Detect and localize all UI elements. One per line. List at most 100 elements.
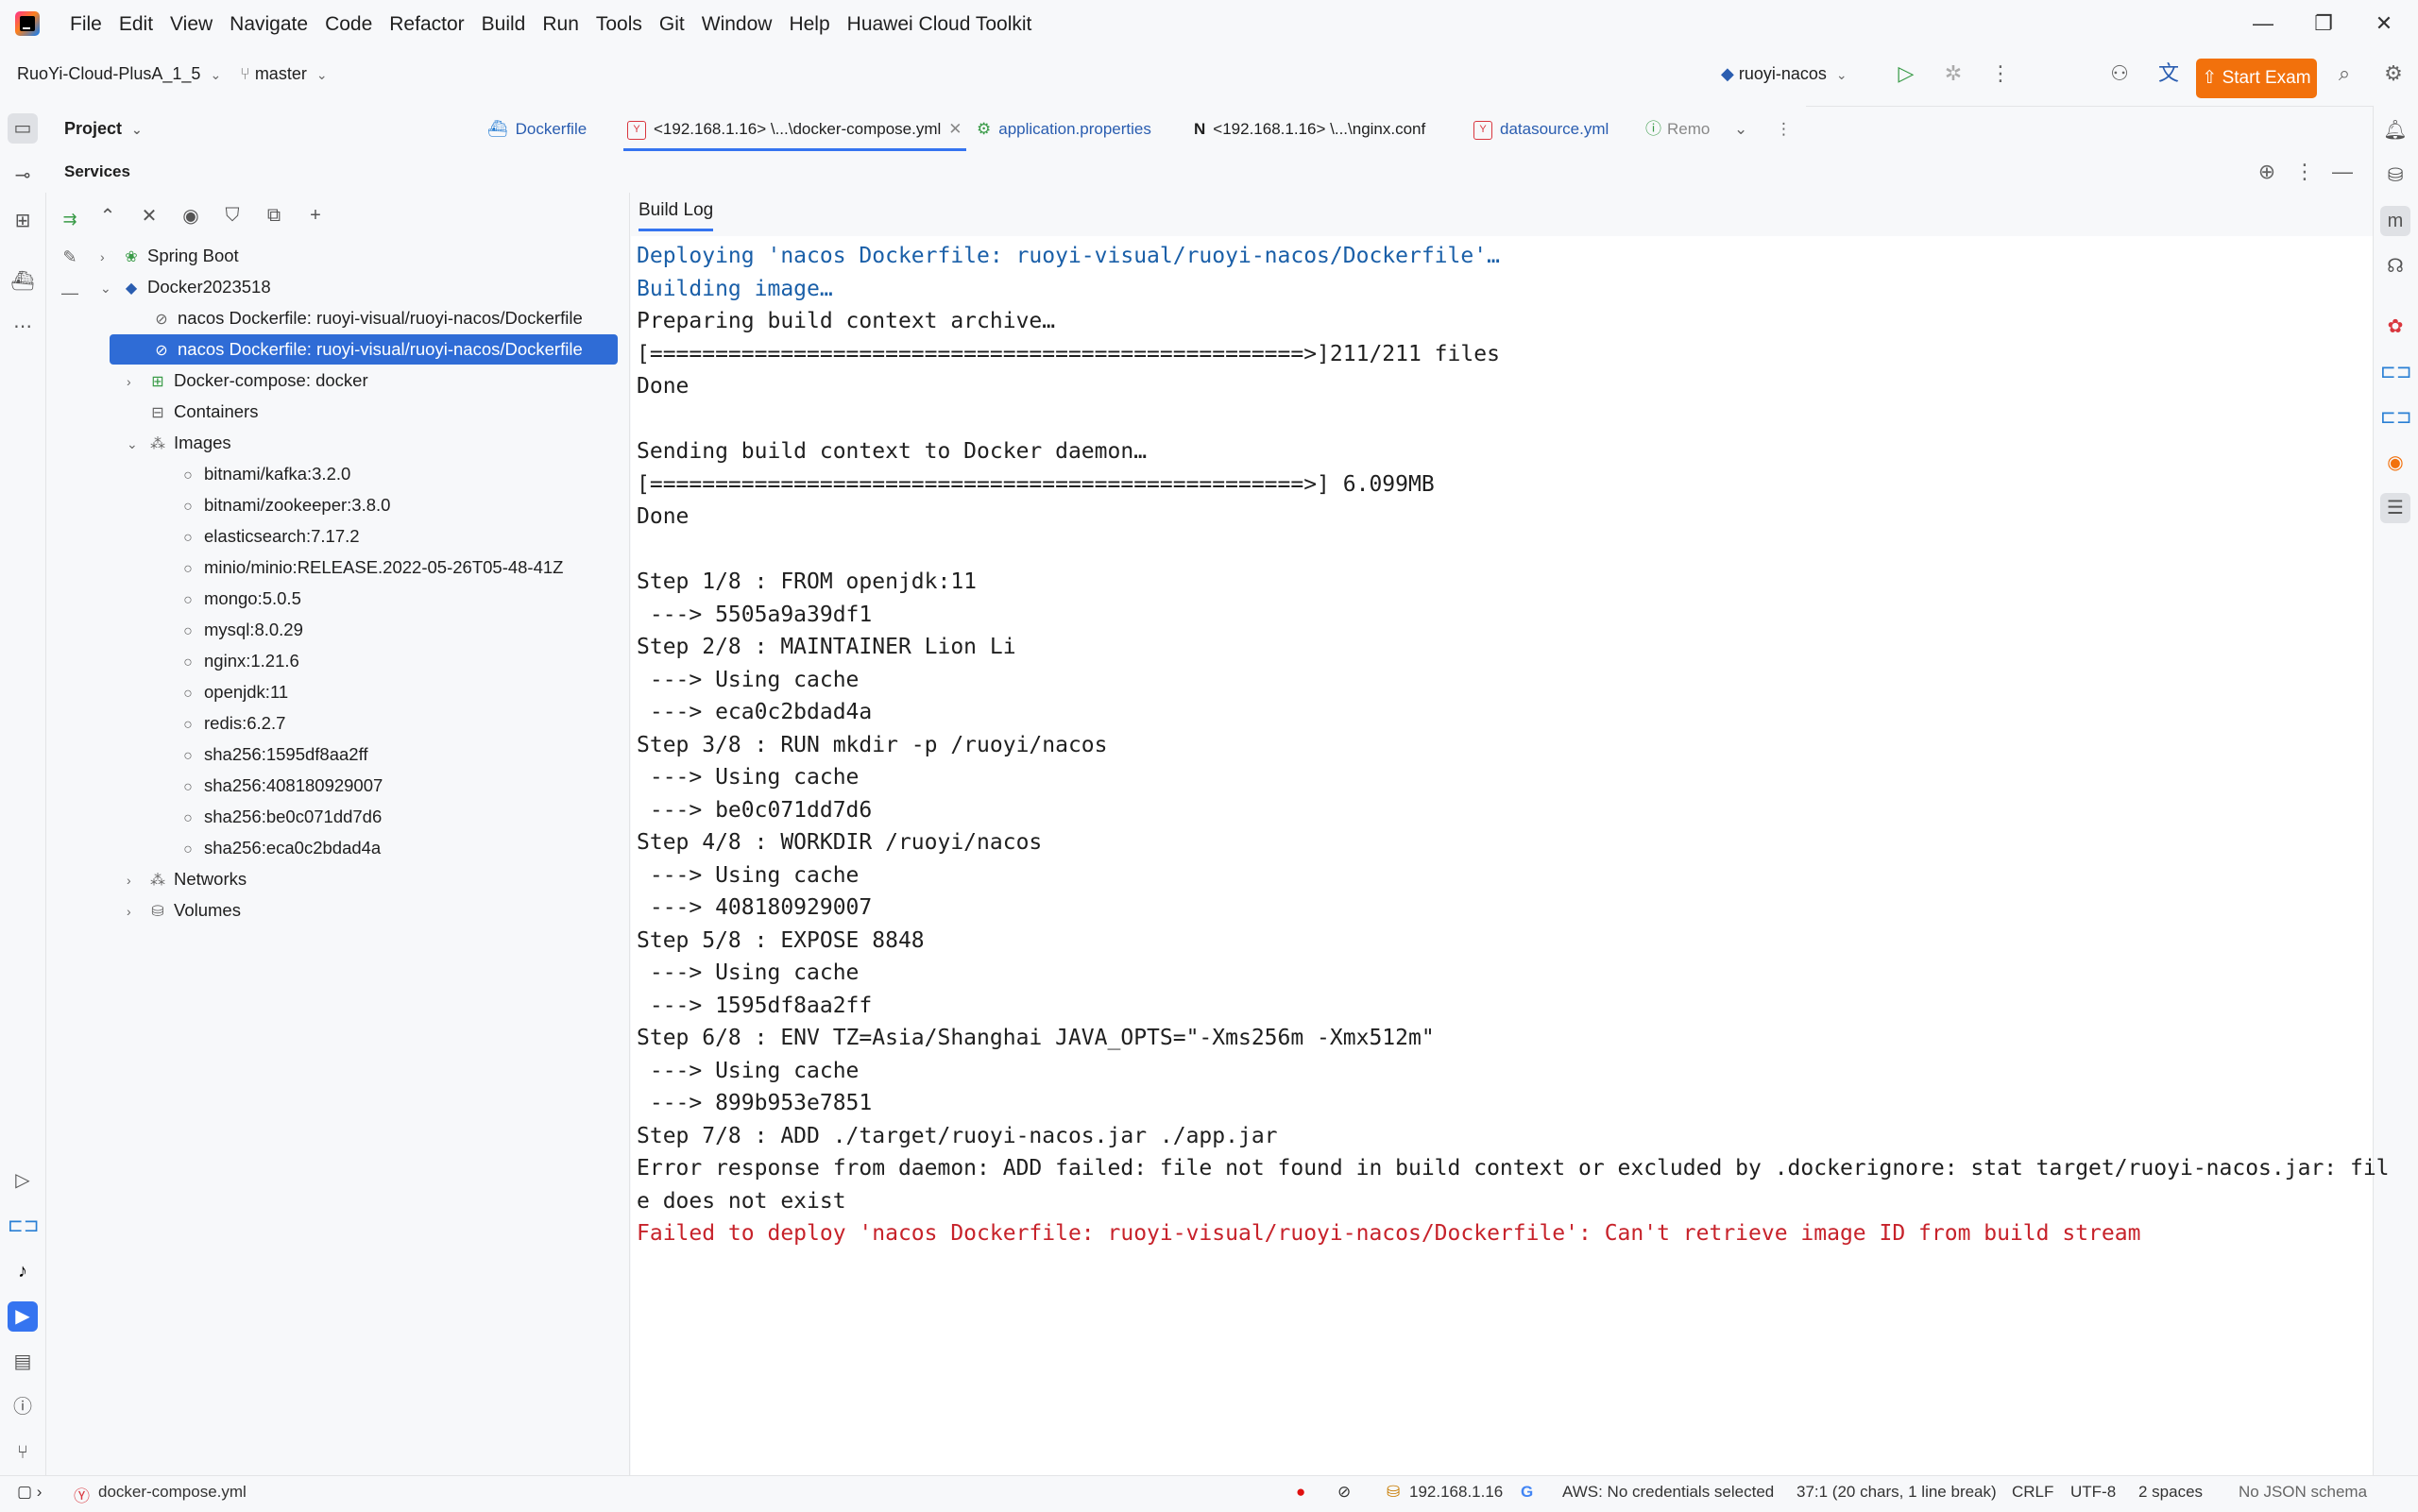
tab-remote[interactable]: ⓘ Remo [1645,106,1710,151]
tree-node-image[interactable]: ○ sha256:1595df8aa2ff [178,739,367,770]
expand-all-icon[interactable]: ⌃ [94,204,121,228]
tree-node-image[interactable]: ○ bitnami/kafka:3.2.0 [178,459,350,489]
menu-run[interactable]: Run [542,11,590,38]
menu-refactor[interactable]: Refactor [389,11,475,38]
collapse-all-icon[interactable]: ✕ [136,204,162,228]
status-position[interactable]: 37:1 (20 chars, 1 line break) [1796,1483,1997,1502]
debug-icon[interactable]: ✲ [1940,60,1967,87]
add-user-icon[interactable]: ⚇ [2106,60,2133,87]
tree-node-image[interactable]: ○ sha256:408180929007 [178,771,383,801]
minimize-icon[interactable]: — [2244,9,2282,38]
tree-node-images[interactable]: ⌄ ⁂ Images [127,428,231,458]
codearts-tool-icon[interactable]: ⊏⊐ [8,1211,40,1241]
tree-node-image[interactable]: ○ elasticsearch:7.17.2 [178,521,359,552]
record-icon[interactable]: ● [1296,1483,1305,1502]
status-encoding[interactable]: UTF-8 [2070,1483,2116,1502]
status-module-icon[interactable]: ▢ › [17,1483,42,1502]
commit-tool-icon[interactable]: ⊸ [8,161,38,191]
tree-node-nacos-dockerfile-selected[interactable]: ⊘ nacos Dockerfile: ruoyi-visual/ruoyi-na… [110,334,618,365]
google-icon[interactable]: G [1521,1483,1533,1502]
crosshair-icon[interactable]: ⊕ [2254,159,2280,185]
tree-node-image[interactable]: ○ sha256:eca0c2bdad4a [178,833,381,863]
project-panel-title[interactable]: Project ⌄ [64,119,143,139]
eye-icon[interactable]: ◉ [178,204,204,228]
run-config-selector[interactable]: ◆ ruoyi-nacos ⌄ [1721,64,1848,84]
tree-node-image[interactable]: ○ redis:6.2.7 [178,708,285,739]
tree-node-image[interactable]: ○ bitnami/zookeeper:3.8.0 [178,490,390,520]
start-exam-button[interactable]: ⇧ Start Exam [2196,59,2317,98]
docker-tool-icon[interactable]: ⛴ [8,266,38,297]
more-tools-icon[interactable]: ⋯ [8,312,38,342]
close-icon[interactable]: ✕ [2365,9,2403,38]
tabs-dropdown-icon[interactable]: ⌄ [1734,106,1747,151]
project-selector[interactable]: RuoYi-Cloud-PlusA_1_5 ⌄ [17,64,221,84]
gear-icon[interactable]: ⚙ [2380,60,2407,87]
sftp-icon[interactable]: ⛁ [1387,1483,1400,1502]
tab-docker-compose[interactable]: Y <192.168.1.16> \...\docker-compose.yml ✕ [623,106,966,151]
tree-node-docker-compose[interactable]: › ⊞ Docker-compose: docker [127,365,368,396]
restore-icon[interactable]: ❐ [2305,9,2342,38]
edit-config-icon[interactable]: ✎ [57,247,83,274]
branch-selector[interactable]: ⑂ master ⌄ [240,64,328,84]
tree-node-image[interactable]: ○ mongo:5.0.5 [178,584,301,614]
tab-datasource-yml[interactable]: Ydatasource.yml [1473,106,1609,151]
status-aws[interactable]: AWS: No credentials selected [1562,1483,1774,1502]
status-host[interactable]: 192.168.1.16 [1409,1483,1503,1502]
tree-node-networks[interactable]: › ⁂ Networks [127,864,247,894]
more-icon[interactable]: ⋮ [1987,60,2014,87]
terminal-tool-icon[interactable]: ▤ [8,1347,38,1377]
tiktok-tool-icon[interactable]: ♪ [8,1256,38,1286]
tabs-more-icon[interactable]: ⋮ [1776,106,1792,151]
status-line-separator[interactable]: CRLF [2012,1483,2053,1502]
notifications-icon[interactable]: 🔔︎ [2380,115,2410,145]
close-tab-icon[interactable]: ✕ [948,120,962,138]
status-json-schema[interactable]: No JSON schema [2239,1483,2367,1502]
git-tool-icon[interactable]: ⑂ [8,1437,38,1468]
menu-build[interactable]: Build [482,11,537,38]
status-file[interactable]: docker-compose.yml [98,1483,247,1502]
tree-node-image[interactable]: ○ nginx:1.21.6 [178,646,299,676]
tree-node-spring-boot[interactable]: › ❀ Spring Boot [100,241,239,271]
tree-node-image[interactable]: ○ mysql:8.0.29 [178,615,303,645]
app-logo-icon[interactable] [15,11,40,36]
status-indent[interactable]: 2 spaces [2138,1483,2203,1502]
menu-window[interactable]: Window [702,11,784,38]
options-icon[interactable]: ⋮ [2291,159,2318,185]
build-log-output[interactable]: Deploying 'nacos Dockerfile: ruoyi-visua… [631,236,2390,1475]
menu-help[interactable]: Help [789,11,841,38]
menu-edit[interactable]: Edit [119,11,164,38]
tree-node-image[interactable]: ○ minio/minio:RELEASE.2022-05-26T05-48-41… [178,552,563,583]
add-icon[interactable]: + [302,205,329,227]
maven-icon[interactable]: m [2380,206,2410,236]
tab-dockerfile[interactable]: ⛴ Dockerfile [487,106,587,151]
tree-node-image[interactable]: ○ openjdk:11 [178,677,288,707]
tree-node-volumes[interactable]: › ⛁ Volumes [127,895,241,926]
collapse-icon[interactable]: — [57,283,83,310]
tree-node-nacos-dockerfile[interactable]: ⊘ nacos Dockerfile: ruoyi-visual/ruoyi-na… [151,303,582,333]
project-tool-icon[interactable]: ▭ [8,113,38,144]
tab-build-log[interactable]: Build Log [639,200,714,231]
menu-git[interactable]: Git [659,11,696,38]
menu-file[interactable]: File [70,11,113,38]
menu-view[interactable]: View [170,11,224,38]
tree-node-docker-connection[interactable]: ⌄ ◆ Docker2023518 [100,272,271,302]
database-icon[interactable]: ⛁ [2380,161,2410,191]
tab-nginx-conf[interactable]: N <192.168.1.16> \...\nginx.conf [1194,106,1425,151]
deploy-icon[interactable]: ⇉ [57,210,83,236]
search-icon[interactable]: ⌕ [2331,60,2358,87]
tab-application-properties[interactable]: ⚙ application.properties [977,106,1151,151]
hide-panel-icon[interactable]: — [2329,159,2356,185]
structure-tool-icon[interactable]: ⊞ [8,206,38,236]
filter-icon[interactable]: ⛉ [219,205,246,227]
translate-icon[interactable]: 文 [2155,60,2182,87]
tree-node-containers[interactable]: ⊟ Containers [147,397,258,427]
run-icon[interactable]: ▷ [1893,60,1919,87]
services-tool-icon[interactable]: ▶ [8,1301,38,1332]
tree-node-image[interactable]: ○ sha256:be0c071dd7d6 [178,802,382,832]
new-tab-icon[interactable]: ⧉ [261,205,287,227]
run-tool-icon[interactable]: ▷ [8,1165,38,1196]
menu-huawei-cloud-toolkit[interactable]: Huawei Cloud Toolkit [847,11,1044,38]
menu-code[interactable]: Code [325,11,383,38]
menu-navigate[interactable]: Navigate [230,11,319,38]
menu-tools[interactable]: Tools [596,11,654,38]
